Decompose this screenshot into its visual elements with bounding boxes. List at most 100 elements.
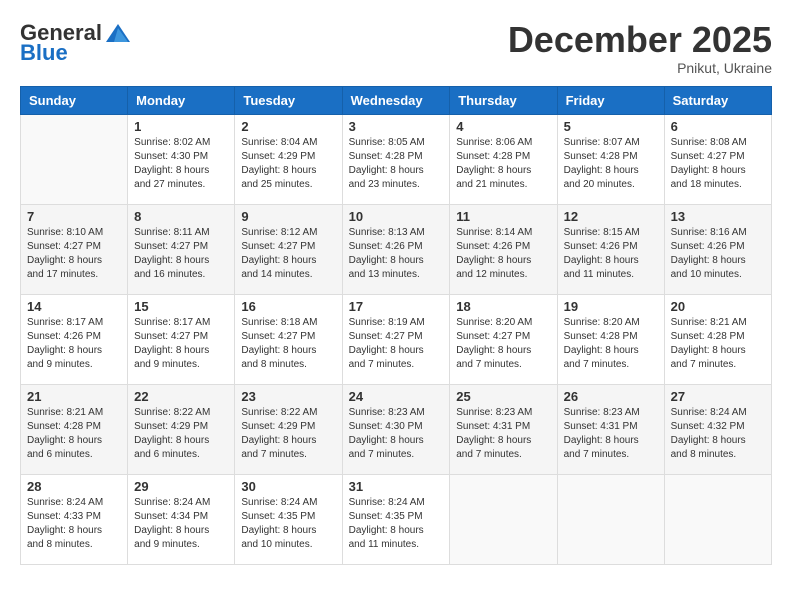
- calendar-day-cell: 6Sunrise: 8:08 AM Sunset: 4:27 PM Daylig…: [664, 114, 771, 204]
- day-number: 11: [456, 209, 550, 224]
- day-number: 17: [349, 299, 444, 314]
- day-number: 27: [671, 389, 765, 404]
- calendar-day-cell: 7 Sunrise: 8:10 AM Sunset: 4:27 PM Daylig…: [21, 204, 128, 294]
- calendar-day-header: Thursday: [450, 86, 557, 114]
- day-number: 1: [134, 119, 228, 134]
- calendar-day-cell: [450, 474, 557, 564]
- day-info: Sunrise: 8:22 AM Sunset: 4:29 PM Dayligh…: [241, 406, 335, 462]
- day-info: Sunrise: 8:14 AM Sunset: 4:26 PM Dayligh…: [456, 226, 550, 282]
- calendar-day-cell: 13Sunrise: 8:16 AM Sunset: 4:26 PM Dayli…: [664, 204, 771, 294]
- day-info: Sunrise: 8:12 AM Sunset: 4:27 PM Dayligh…: [241, 226, 335, 282]
- calendar-week-row: 21 Sunrise: 8:21 AM Sunset: 4:28 PM Dayli…: [21, 384, 772, 474]
- day-number: 25: [456, 389, 550, 404]
- calendar-day-cell: 3 Sunrise: 8:05 AM Sunset: 4:28 PM Daylig…: [342, 114, 450, 204]
- day-number: 18: [456, 299, 550, 314]
- day-number: 29: [134, 479, 228, 494]
- day-number: 28: [27, 479, 121, 494]
- day-number: 3: [349, 119, 444, 134]
- logo-icon: [104, 22, 132, 44]
- day-number: 5: [564, 119, 658, 134]
- calendar-week-row: 7 Sunrise: 8:10 AM Sunset: 4:27 PM Daylig…: [21, 204, 772, 294]
- day-number: 10: [349, 209, 444, 224]
- calendar-day-cell: 18 Sunrise: 8:20 AM Sunset: 4:27 PM Dayli…: [450, 294, 557, 384]
- calendar-day-cell: [557, 474, 664, 564]
- calendar-day-cell: 22 Sunrise: 8:22 AM Sunset: 4:29 PM Dayli…: [128, 384, 235, 474]
- day-info: Sunrise: 8:05 AM Sunset: 4:28 PM Dayligh…: [349, 136, 444, 192]
- calendar-day-header: Tuesday: [235, 86, 342, 114]
- day-info: Sunrise: 8:21 AM Sunset: 4:28 PM Dayligh…: [27, 406, 121, 462]
- calendar-day-header: Friday: [557, 86, 664, 114]
- day-info: Sunrise: 8:24 AM Sunset: 4:32 PM Dayligh…: [671, 406, 765, 462]
- calendar-day-cell: 30Sunrise: 8:24 AM Sunset: 4:35 PM Dayli…: [235, 474, 342, 564]
- day-number: 21: [27, 389, 121, 404]
- calendar-day-cell: 31 Sunrise: 8:24 AM Sunset: 4:35 PM Dayli…: [342, 474, 450, 564]
- day-number: 8: [134, 209, 228, 224]
- calendar-day-cell: 1Sunrise: 8:02 AM Sunset: 4:30 PM Daylig…: [128, 114, 235, 204]
- calendar-day-cell: 16 Sunrise: 8:18 AM Sunset: 4:27 PM Dayli…: [235, 294, 342, 384]
- day-number: 19: [564, 299, 658, 314]
- day-number: 24: [349, 389, 444, 404]
- day-number: 7: [27, 209, 121, 224]
- day-info: Sunrise: 8:24 AM Sunset: 4:33 PM Dayligh…: [27, 496, 121, 552]
- title-section: December 2025 Pnikut, Ukraine: [508, 20, 772, 76]
- day-info: Sunrise: 8:20 AM Sunset: 4:27 PM Dayligh…: [456, 316, 550, 372]
- day-info: Sunrise: 8:06 AM Sunset: 4:28 PM Dayligh…: [456, 136, 550, 192]
- day-number: 9: [241, 209, 335, 224]
- day-info: Sunrise: 8:24 AM Sunset: 4:35 PM Dayligh…: [241, 496, 335, 552]
- calendar-day-cell: 11 Sunrise: 8:14 AM Sunset: 4:26 PM Dayli…: [450, 204, 557, 294]
- day-number: 22: [134, 389, 228, 404]
- calendar-day-cell: 28 Sunrise: 8:24 AM Sunset: 4:33 PM Dayli…: [21, 474, 128, 564]
- calendar-day-cell: 17 Sunrise: 8:19 AM Sunset: 4:27 PM Dayli…: [342, 294, 450, 384]
- calendar-day-cell: 15 Sunrise: 8:17 AM Sunset: 4:27 PM Dayli…: [128, 294, 235, 384]
- calendar-day-cell: 12Sunrise: 8:15 AM Sunset: 4:26 PM Dayli…: [557, 204, 664, 294]
- day-number: 6: [671, 119, 765, 134]
- day-info: Sunrise: 8:24 AM Sunset: 4:35 PM Dayligh…: [349, 496, 444, 552]
- calendar-day-header: Saturday: [664, 86, 771, 114]
- calendar-day-cell: 19Sunrise: 8:20 AM Sunset: 4:28 PM Dayli…: [557, 294, 664, 384]
- day-number: 15: [134, 299, 228, 314]
- calendar-day-cell: 2 Sunrise: 8:04 AM Sunset: 4:29 PM Daylig…: [235, 114, 342, 204]
- month-year-title: December 2025: [508, 20, 772, 60]
- day-info: Sunrise: 8:23 AM Sunset: 4:30 PM Dayligh…: [349, 406, 444, 462]
- logo: General Blue: [20, 20, 132, 66]
- day-info: Sunrise: 8:10 AM Sunset: 4:27 PM Dayligh…: [27, 226, 121, 282]
- location-subtitle: Pnikut, Ukraine: [508, 60, 772, 76]
- day-info: Sunrise: 8:23 AM Sunset: 4:31 PM Dayligh…: [564, 406, 658, 462]
- calendar-day-header: Wednesday: [342, 86, 450, 114]
- day-info: Sunrise: 8:17 AM Sunset: 4:27 PM Dayligh…: [134, 316, 228, 372]
- calendar-day-cell: 5 Sunrise: 8:07 AM Sunset: 4:28 PM Daylig…: [557, 114, 664, 204]
- day-number: 23: [241, 389, 335, 404]
- day-info: Sunrise: 8:07 AM Sunset: 4:28 PM Dayligh…: [564, 136, 658, 192]
- calendar-day-cell: 14Sunrise: 8:17 AM Sunset: 4:26 PM Dayli…: [21, 294, 128, 384]
- day-info: Sunrise: 8:11 AM Sunset: 4:27 PM Dayligh…: [134, 226, 228, 282]
- day-info: Sunrise: 8:19 AM Sunset: 4:27 PM Dayligh…: [349, 316, 444, 372]
- day-number: 20: [671, 299, 765, 314]
- calendar-week-row: 28 Sunrise: 8:24 AM Sunset: 4:33 PM Dayli…: [21, 474, 772, 564]
- day-info: Sunrise: 8:23 AM Sunset: 4:31 PM Dayligh…: [456, 406, 550, 462]
- calendar-table: SundayMondayTuesdayWednesdayThursdayFrid…: [20, 86, 772, 565]
- day-number: 4: [456, 119, 550, 134]
- page-header: General Blue December 2025 Pnikut, Ukrai…: [20, 20, 772, 76]
- calendar-day-cell: [664, 474, 771, 564]
- logo-blue-text: Blue: [20, 40, 68, 66]
- calendar-day-cell: 4 Sunrise: 8:06 AM Sunset: 4:28 PM Daylig…: [450, 114, 557, 204]
- day-number: 31: [349, 479, 444, 494]
- calendar-day-cell: 23 Sunrise: 8:22 AM Sunset: 4:29 PM Dayli…: [235, 384, 342, 474]
- day-info: Sunrise: 8:24 AM Sunset: 4:34 PM Dayligh…: [134, 496, 228, 552]
- calendar-day-cell: 10Sunrise: 8:13 AM Sunset: 4:26 PM Dayli…: [342, 204, 450, 294]
- calendar-day-cell: 26 Sunrise: 8:23 AM Sunset: 4:31 PM Dayli…: [557, 384, 664, 474]
- day-number: 14: [27, 299, 121, 314]
- calendar-week-row: 14Sunrise: 8:17 AM Sunset: 4:26 PM Dayli…: [21, 294, 772, 384]
- day-info: Sunrise: 8:18 AM Sunset: 4:27 PM Dayligh…: [241, 316, 335, 372]
- calendar-day-cell: 27 Sunrise: 8:24 AM Sunset: 4:32 PM Dayli…: [664, 384, 771, 474]
- day-number: 16: [241, 299, 335, 314]
- day-info: Sunrise: 8:21 AM Sunset: 4:28 PM Dayligh…: [671, 316, 765, 372]
- day-info: Sunrise: 8:22 AM Sunset: 4:29 PM Dayligh…: [134, 406, 228, 462]
- day-info: Sunrise: 8:04 AM Sunset: 4:29 PM Dayligh…: [241, 136, 335, 192]
- calendar-week-row: 1Sunrise: 8:02 AM Sunset: 4:30 PM Daylig…: [21, 114, 772, 204]
- day-number: 26: [564, 389, 658, 404]
- day-number: 2: [241, 119, 335, 134]
- calendar-day-cell: [21, 114, 128, 204]
- day-number: 12: [564, 209, 658, 224]
- calendar-day-cell: 9 Sunrise: 8:12 AM Sunset: 4:27 PM Daylig…: [235, 204, 342, 294]
